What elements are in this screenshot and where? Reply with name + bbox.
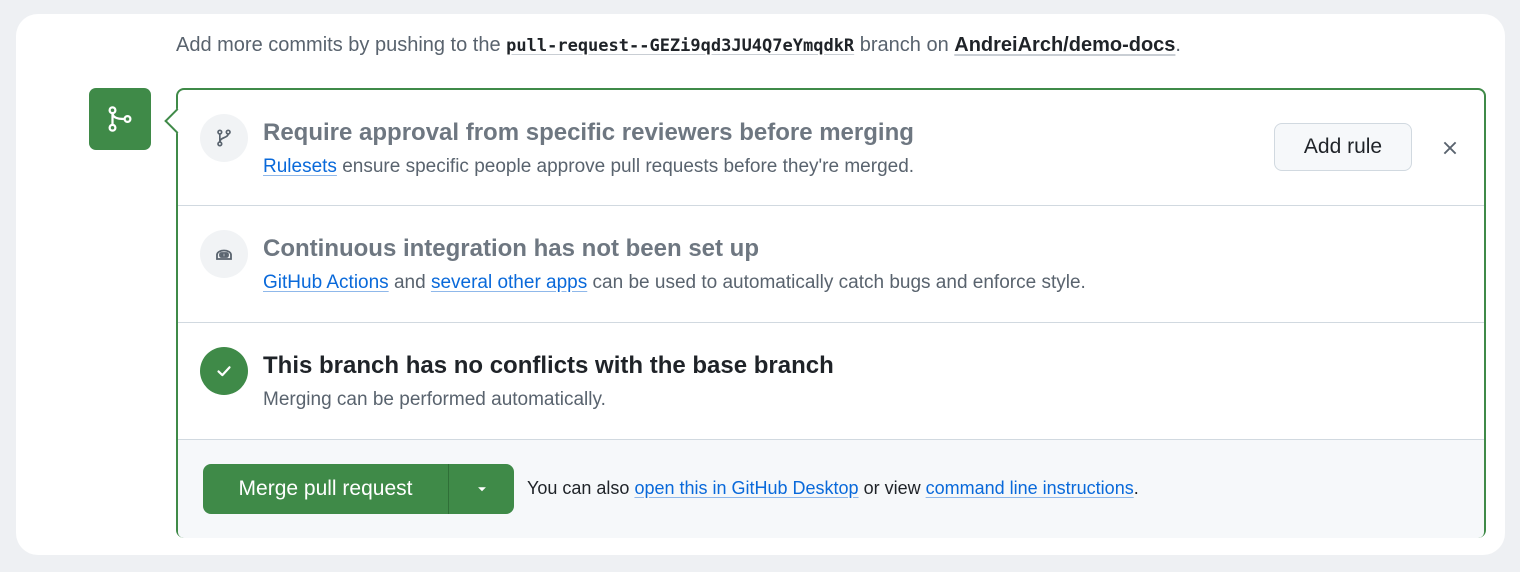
github-actions-link[interactable]: GitHub Actions: [263, 272, 389, 293]
git-merge-icon: [89, 88, 151, 150]
conflicts-text: Merging can be performed automatically.: [263, 389, 606, 410]
branch-name[interactable]: pull-request--GEZi9qd3JU4Q7eYmqdkR: [506, 36, 854, 56]
repo-name[interactable]: AndreiArch/demo-docs: [954, 34, 1175, 56]
ci-row: Continuous integration has not been set …: [178, 206, 1484, 323]
git-branch-icon: [200, 114, 248, 162]
hint-prefix: Add more commits by pushing to the: [176, 34, 501, 56]
conflicts-title: This branch has no conflicts with the ba…: [263, 352, 834, 379]
approval-description: Rulesets ensure specific people approve …: [263, 156, 914, 178]
push-hint: Add more commits by pushing to the pull-…: [176, 34, 1181, 57]
github-desktop-link[interactable]: open this in GitHub Desktop: [634, 478, 858, 498]
merge-button-group: Merge pull request: [203, 464, 514, 514]
merge-pull-request-button[interactable]: Merge pull request: [203, 464, 449, 514]
approval-title: Require approval from specific reviewers…: [263, 119, 914, 146]
merge-panel: Require approval from specific reviewers…: [164, 88, 1486, 538]
merge-text-middle: or view: [863, 478, 921, 498]
other-apps-link[interactable]: several other apps: [431, 272, 587, 293]
merge-text-prefix: You can also: [527, 478, 630, 498]
ci-description: GitHub Actions and several other apps ca…: [263, 272, 1086, 294]
approval-row: Require approval from specific reviewers…: [178, 90, 1484, 206]
merge-row: Merge pull request You can also open thi…: [178, 440, 1484, 538]
hint-suffix: .: [1175, 34, 1181, 56]
merge-method-dropdown[interactable]: [449, 464, 514, 514]
conflicts-row: This branch has no conflicts with the ba…: [178, 323, 1484, 440]
rulesets-link[interactable]: Rulesets: [263, 156, 337, 177]
robot-icon: [200, 230, 248, 278]
add-rule-button[interactable]: Add rule: [1274, 123, 1412, 171]
command-line-link[interactable]: command line instructions: [926, 478, 1134, 498]
triangle-down-icon: [477, 487, 486, 492]
merge-text-suffix: .: [1133, 478, 1139, 498]
ci-and-text: and: [393, 272, 426, 293]
approval-text: ensure specific people approve pull requ…: [342, 156, 915, 177]
check-icon: [200, 347, 248, 395]
close-icon[interactable]: [1436, 134, 1464, 162]
merge-alternatives: You can also open this in GitHub Desktop…: [527, 478, 1139, 499]
ci-title: Continuous integration has not been set …: [263, 235, 759, 262]
ci-text: can be used to automatically catch bugs …: [592, 272, 1086, 293]
hint-middle: branch on: [859, 34, 949, 56]
